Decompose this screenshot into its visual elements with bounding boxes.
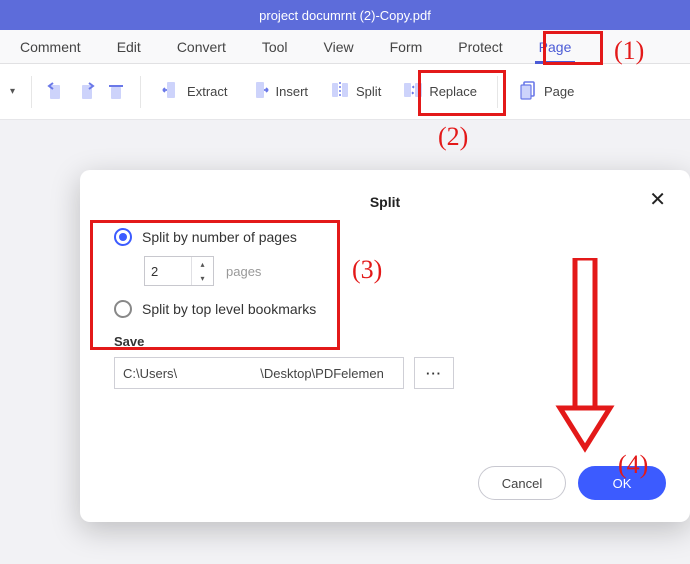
menu-tool[interactable]: Tool (244, 30, 306, 64)
page-icon (518, 80, 538, 103)
page-label: Page (544, 84, 574, 99)
replace-icon (403, 80, 423, 103)
close-icon[interactable]: ✕ (649, 190, 666, 210)
menu-view[interactable]: View (306, 30, 372, 64)
separator (31, 76, 32, 108)
radio-selected-icon (114, 228, 132, 246)
cancel-button[interactable]: Cancel (478, 466, 566, 500)
ok-button[interactable]: OK (578, 466, 666, 500)
radio-by-bookmarks-label: Split by top level bookmarks (142, 301, 316, 317)
insert-label: Insert (276, 84, 309, 99)
page-count-spinner[interactable]: ▴ ▾ (144, 256, 214, 286)
radio-by-pages-label: Split by number of pages (142, 229, 297, 245)
replace-button[interactable]: Replace (395, 72, 485, 112)
radio-split-by-pages[interactable]: Split by number of pages (114, 228, 666, 246)
menu-bar: Comment Edit Convert Tool View Form Prot… (0, 30, 690, 64)
separator (497, 76, 498, 108)
insert-button[interactable]: Insert (242, 72, 317, 112)
extract-button[interactable]: Extract (153, 72, 235, 112)
spinner-down-icon[interactable]: ▾ (192, 271, 213, 285)
chevron-down-icon: ▾ (10, 86, 15, 97)
toolbar: ▾ Extract Insert Split Replace (0, 64, 690, 120)
menu-convert[interactable]: Convert (159, 30, 244, 64)
split-label: Split (356, 84, 381, 99)
extract-label: Extract (187, 84, 227, 99)
split-dialog: Split ✕ Split by number of pages ▴ ▾ pag… (80, 170, 690, 522)
save-label: Save (114, 334, 666, 349)
extract-icon (161, 80, 181, 103)
browse-button[interactable]: ··· (414, 357, 454, 389)
menu-form[interactable]: Form (372, 30, 441, 64)
replace-label: Replace (429, 84, 477, 99)
menu-page[interactable]: Page (521, 30, 590, 64)
separator (140, 76, 141, 108)
menu-comment[interactable]: Comment (2, 30, 99, 64)
radio-split-by-bookmarks[interactable]: Split by top level bookmarks (114, 300, 666, 318)
spinner-up-icon[interactable]: ▴ (192, 257, 213, 271)
page-count-input[interactable] (145, 257, 191, 285)
work-area: Split ✕ Split by number of pages ▴ ▾ pag… (0, 120, 690, 564)
rotate-left-icon[interactable] (44, 80, 68, 104)
rotate-right-icon[interactable] (74, 80, 98, 104)
menu-protect[interactable]: Protect (440, 30, 520, 64)
document-title: project documrnt (2)-Copy.pdf (259, 8, 431, 23)
title-bar: project documrnt (2)-Copy.pdf (0, 0, 690, 30)
delete-page-icon[interactable] (104, 80, 128, 104)
radio-unselected-icon (114, 300, 132, 318)
insert-icon (250, 80, 270, 103)
dialog-title: Split (370, 194, 400, 210)
pages-word: pages (226, 264, 261, 279)
save-path-input[interactable] (114, 357, 404, 389)
split-button[interactable]: Split (322, 72, 389, 112)
menu-edit[interactable]: Edit (99, 30, 159, 64)
split-icon (330, 80, 350, 103)
page-button[interactable]: Page (510, 72, 582, 112)
templates-dropdown[interactable]: ▾ (4, 82, 19, 101)
